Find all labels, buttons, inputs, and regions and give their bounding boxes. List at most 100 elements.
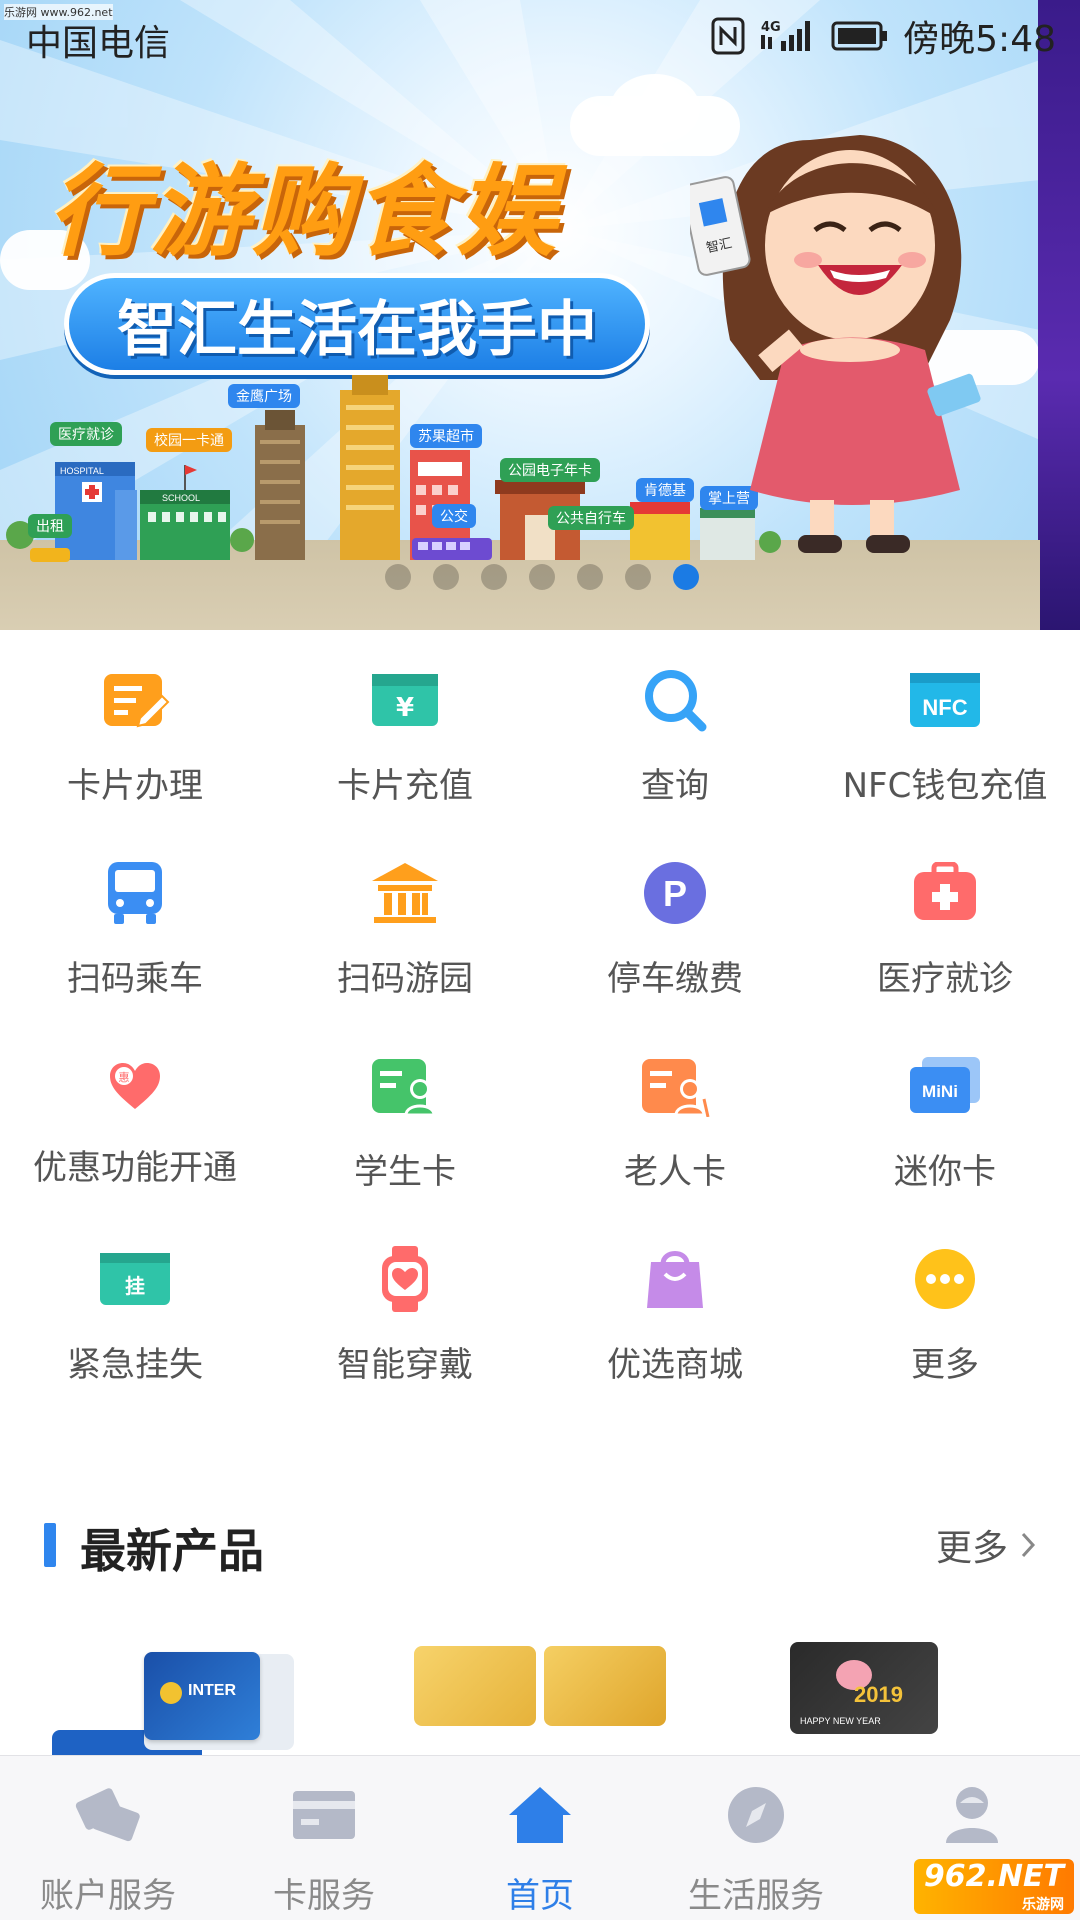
- service-label: 停车缴费: [607, 959, 743, 999]
- parking-icon-text: P: [663, 873, 687, 914]
- carousel-dot[interactable]: [481, 564, 507, 590]
- service-query[interactable]: 查询: [540, 640, 810, 833]
- city-illustration: HOSPITAL SCHOOL: [6, 375, 781, 562]
- card-recharge-icon: ¥: [365, 660, 445, 740]
- bus-icon: [95, 853, 175, 933]
- product-card-gold-b[interactable]: [544, 1646, 666, 1726]
- banner-slogan-sub: 智汇生活在我手中: [117, 294, 597, 365]
- service-student-card[interactable]: 学生卡: [270, 1026, 540, 1219]
- mini-card-icon: MiNi: [905, 1046, 985, 1126]
- tab-life-service[interactable]: 生活服务: [648, 1756, 864, 1920]
- smartwatch-icon: [365, 1239, 445, 1319]
- city-label: 出租: [28, 514, 72, 538]
- product-card-inter[interactable]: INTER: [144, 1652, 260, 1740]
- carousel-dot[interactable]: [529, 564, 555, 590]
- tab-label: 生活服务: [688, 1876, 824, 1916]
- service-label: 优惠功能开通: [33, 1148, 237, 1188]
- city-label: 公交: [432, 504, 476, 528]
- compass-icon: [721, 1780, 791, 1850]
- network-type: 4G: [761, 20, 781, 35]
- service-label: 扫码乘车: [67, 959, 203, 999]
- student-card-icon: [365, 1046, 445, 1126]
- carousel-dot[interactable]: [385, 564, 411, 590]
- service-label: 优选商城: [607, 1345, 743, 1385]
- tab-label: 账户服务: [40, 1876, 176, 1916]
- mascot-girl: 智汇: [690, 135, 981, 553]
- service-label: 紧急挂失: [67, 1345, 203, 1385]
- section-title: 最新产品: [80, 1524, 264, 1578]
- report-loss-icon: 挂: [95, 1239, 175, 1319]
- service-scan-park[interactable]: 扫码游园: [270, 833, 540, 1026]
- service-label: 卡片办理: [67, 766, 203, 806]
- service-nfc-recharge[interactable]: NFC NFC钱包充值: [810, 640, 1080, 833]
- product-card-2019[interactable]: 2019 HAPPY NEW YEAR: [790, 1642, 938, 1734]
- promo-banner[interactable]: 行游购食娱 智汇生活在我手中 HOSPITAL SCHOOL 医疗就诊 校园一卡…: [0, 0, 1080, 630]
- tab-home[interactable]: 首页: [432, 1756, 648, 1920]
- service-card-apply[interactable]: 卡片办理: [0, 640, 270, 833]
- city-label: 医疗就诊: [50, 422, 122, 446]
- city-label: 校园一卡通: [146, 428, 232, 452]
- watermark-logo: 962.NET 乐游网: [913, 1859, 1074, 1914]
- mini-icon-text: MiNi: [922, 1082, 958, 1101]
- recharge-symbol: ¥: [396, 693, 414, 723]
- service-shop[interactable]: 优选商城: [540, 1219, 810, 1412]
- banner-slogan-main: 行游购食娱: [48, 153, 558, 270]
- elder-card-icon: [635, 1046, 715, 1126]
- product-carousel: INTER 2019 HAPPY NEW YEAR: [0, 1630, 1080, 1758]
- shopping-bag-icon: [635, 1239, 715, 1319]
- service-elder-card[interactable]: 老人卡: [540, 1026, 810, 1219]
- tab-card-service[interactable]: 卡服务: [216, 1756, 432, 1920]
- service-label: 医疗就诊: [877, 959, 1013, 999]
- banner-slogan-pill: 智汇生活在我手中: [64, 273, 650, 375]
- service-scan-bus[interactable]: 扫码乘车: [0, 833, 270, 1026]
- city-label: 公园电子年卡: [500, 458, 600, 482]
- tab-account[interactable]: 账户服务: [0, 1756, 216, 1920]
- parking-icon: P: [635, 853, 715, 933]
- service-label: NFC钱包充值: [842, 766, 1048, 806]
- service-card-recharge[interactable]: ¥ 卡片充值: [270, 640, 540, 833]
- service-discount[interactable]: 惠 优惠功能开通: [0, 1026, 270, 1219]
- cloud: [610, 74, 700, 144]
- carrier-name: 中国电信: [26, 23, 171, 64]
- carousel-dot-active[interactable]: [673, 564, 699, 590]
- service-label: 迷你卡: [894, 1152, 996, 1192]
- carousel-dot[interactable]: [625, 564, 651, 590]
- more-products-link[interactable]: 更多: [936, 1519, 1036, 1571]
- service-label: 智能穿戴: [337, 1345, 473, 1385]
- service-grid: 卡片办理 ¥ 卡片充值 查询 NFC NFC钱包充值 扫码乘车 扫码游园 P 停…: [0, 640, 1080, 1412]
- discount-heart-icon: 惠: [95, 1046, 175, 1126]
- carousel-dot[interactable]: [433, 564, 459, 590]
- service-report-loss[interactable]: 挂 紧急挂失: [0, 1219, 270, 1412]
- next-slide-peek: [1038, 0, 1080, 630]
- watermark-text: 962.NET: [923, 1859, 1064, 1894]
- latest-products-header: 最新产品 更多: [0, 1505, 1080, 1585]
- bottom-tab-bar: 账户服务 卡服务 首页 生活服务 962.NET 乐游网: [0, 1755, 1080, 1920]
- service-label: 学生卡: [354, 1152, 456, 1192]
- card-text: INTER: [188, 1682, 236, 1699]
- section-accent-bar: [44, 1523, 56, 1567]
- tab-label: 卡服务: [273, 1876, 375, 1916]
- product-card-gold-a[interactable]: [414, 1646, 536, 1726]
- service-smart-wear[interactable]: 智能穿戴: [270, 1219, 540, 1412]
- service-label: 更多: [911, 1345, 979, 1385]
- city-label: 肯德基: [636, 478, 694, 502]
- service-label: 查询: [641, 766, 709, 806]
- carousel-dot[interactable]: [577, 564, 603, 590]
- signal-icon: 4G: [761, 20, 811, 51]
- medical-icon: [905, 853, 985, 933]
- nfc-status-icon: [711, 17, 745, 55]
- city-label: 苏果超市: [410, 424, 482, 448]
- service-mini-card[interactable]: MiNi 迷你卡: [810, 1026, 1080, 1219]
- status-time: 傍晚5:48: [903, 19, 1056, 60]
- park-icon: [365, 853, 445, 933]
- service-medical[interactable]: 医疗就诊: [810, 833, 1080, 1026]
- discount-icon-text: 惠: [119, 1070, 130, 1084]
- more-link-label: 更多: [935, 1528, 1008, 1569]
- city-label: 金鹰广场: [228, 384, 300, 408]
- service-label: 卡片充值: [337, 766, 473, 806]
- search-icon: [635, 660, 715, 740]
- card-apply-icon: [95, 660, 175, 740]
- nfc-icon-text: NFC: [922, 695, 967, 720]
- service-parking-fee[interactable]: P 停车缴费: [540, 833, 810, 1026]
- service-more[interactable]: 更多: [810, 1219, 1080, 1412]
